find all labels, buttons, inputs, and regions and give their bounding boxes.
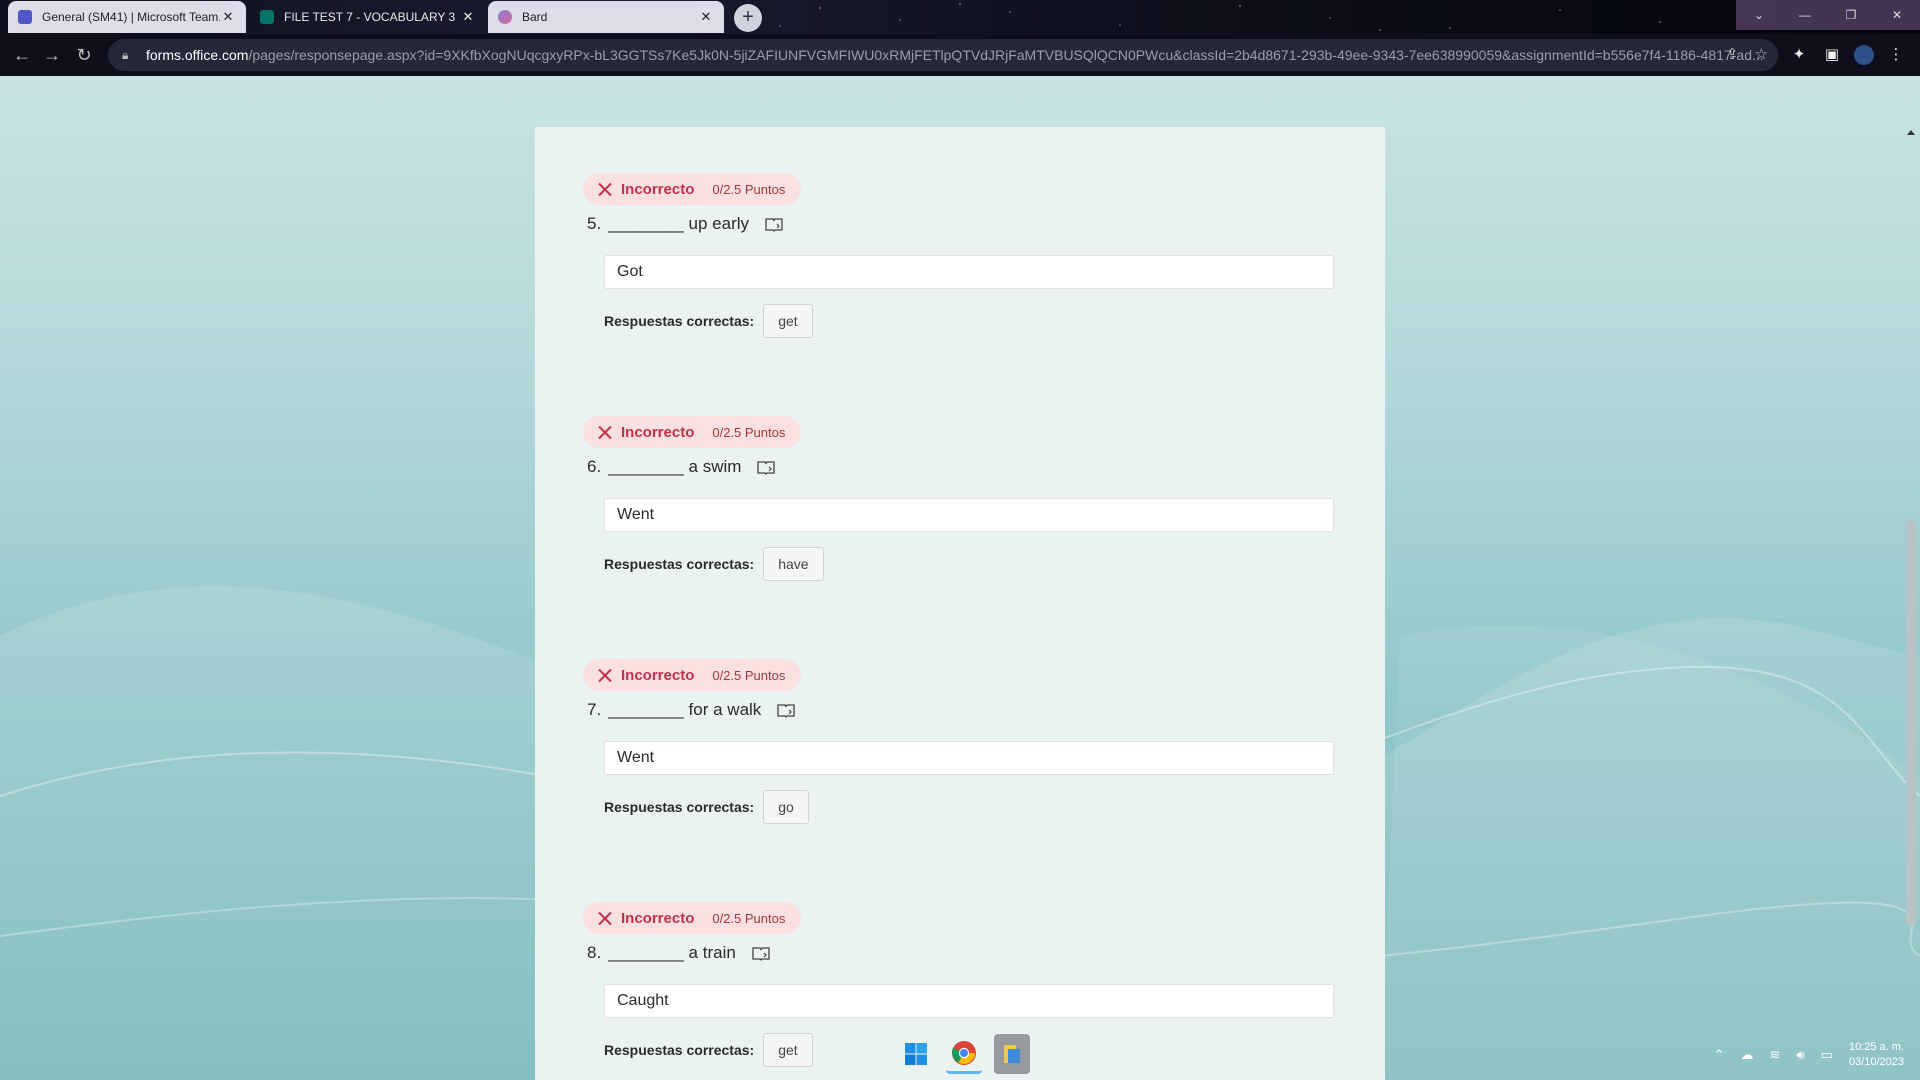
correct-answers-label: Respuestas correctas:: [604, 799, 755, 815]
status-badge: Incorrecto 0/2.5 Puntos: [583, 659, 802, 691]
tab-forms[interactable]: FILE TEST 7 - VOCABULARY 3 ✕: [250, 1, 486, 33]
status-badge: Incorrecto 0/2.5 Puntos: [583, 173, 802, 205]
answer-field: Caught: [604, 984, 1334, 1018]
points-text: 0/2.5 Puntos: [712, 910, 786, 926]
reload-icon[interactable]: ↻: [72, 43, 96, 67]
clock-time: 10:25 a. m.: [1848, 1041, 1904, 1053]
minimize-icon[interactable]: —: [1782, 0, 1828, 30]
window-controls: ⌄ — ❐ ✕: [1736, 0, 1920, 30]
status-badge: Incorrecto 0/2.5 Puntos: [583, 416, 802, 448]
close-x-icon: [598, 182, 612, 196]
correct-answer-chip: go: [763, 790, 809, 824]
question-number: 7.: [587, 700, 602, 719]
tab-title: General (SM41) | Microsoft Team...: [42, 10, 220, 24]
tab-title: FILE TEST 7 - VOCABULARY 3: [284, 10, 456, 24]
tab-teams[interactable]: General (SM41) | Microsoft Team... ✕: [8, 1, 246, 33]
volume-icon[interactable]: 🔊︎: [1796, 1047, 1804, 1063]
answer-field: Got: [604, 255, 1334, 289]
tab-close-icon[interactable]: ✕: [220, 9, 236, 25]
question-prompt: ________ a swim: [608, 457, 742, 476]
page-viewport: Incorrecto 0/2.5 Puntos 5. ________ up e…: [0, 76, 1920, 1080]
onedrive-cloud-icon[interactable]: ☁: [1741, 1047, 1754, 1063]
url-host: forms.office.com: [146, 47, 249, 63]
tab-close-icon[interactable]: ✕: [460, 9, 476, 25]
battery-icon[interactable]: ▭: [1821, 1047, 1833, 1063]
menu-kebab-icon[interactable]: ⋮: [1884, 43, 1908, 67]
status-text: Incorrecto: [621, 180, 695, 198]
points-text: 0/2.5 Puntos: [712, 667, 786, 683]
chevron-up-icon[interactable]: ⌃: [1714, 1047, 1725, 1063]
question-number: 5.: [587, 214, 602, 233]
question-text: 6. ________ a swim: [587, 457, 776, 477]
forward-arrow-icon[interactable]: →: [40, 43, 64, 67]
close-x-icon: [598, 911, 612, 925]
url-path: /pages/responsepage.aspx?id=9XKfbXogNUqc…: [248, 47, 1764, 63]
browser-toolbar: ← → ↻ 🔒︎ forms.office.com/pages/response…: [0, 34, 1920, 76]
question-text: 7. ________ for a walk: [587, 700, 795, 720]
answer-field: Went: [604, 498, 1334, 532]
windows-start-icon[interactable]: [898, 1034, 934, 1074]
correct-answers-label: Respuestas correctas:: [604, 1042, 755, 1058]
chrome-icon[interactable]: [946, 1034, 982, 1074]
question-prompt: ________ for a walk: [608, 700, 762, 719]
forms-icon: [260, 10, 274, 24]
correct-answer-chip: get: [763, 1033, 813, 1067]
side-panel-icon[interactable]: ▣: [1820, 43, 1844, 67]
extensions-puzzle-icon[interactable]: ✦: [1787, 43, 1811, 67]
points-text: 0/2.5 Puntos: [712, 181, 786, 197]
question-text: 8. ________ a train: [587, 943, 770, 963]
status-text: Incorrecto: [621, 423, 695, 441]
question-number: 8.: [587, 943, 602, 962]
tab-bard[interactable]: Bard ✕: [488, 1, 724, 33]
share-icon[interactable]: ⇪: [1726, 45, 1739, 63]
profile-avatar[interactable]: [1852, 43, 1876, 67]
immersive-reader-icon[interactable]: [765, 217, 783, 232]
immersive-reader-icon[interactable]: [757, 460, 776, 475]
taskbar-apps: [898, 1034, 1030, 1074]
status-text: Incorrecto: [621, 909, 695, 927]
scroll-up-arrow-icon[interactable]: [1907, 130, 1915, 135]
bookmark-star-icon[interactable]: ☆: [1755, 45, 1768, 63]
question-prompt: ________ up early: [608, 214, 750, 233]
question-number: 6.: [587, 457, 602, 476]
teams-icon: [18, 10, 32, 24]
correct-answers-label: Respuestas correctas:: [604, 313, 755, 329]
tab-title: Bard: [522, 10, 548, 24]
form-card: Incorrecto 0/2.5 Puntos 5. ________ up e…: [535, 127, 1385, 1080]
close-x-icon: [598, 425, 612, 439]
correct-answers-label: Respuestas correctas:: [604, 556, 755, 572]
immersive-reader-icon[interactable]: [752, 946, 770, 961]
question-text: 5. ________ up early: [587, 214, 783, 234]
bard-icon: [498, 10, 512, 24]
points-text: 0/2.5 Puntos: [712, 424, 786, 440]
lock-icon: 🔒︎: [122, 47, 129, 62]
status-badge: Incorrecto 0/2.5 Puntos: [583, 902, 802, 934]
answer-field: Went: [604, 741, 1334, 775]
correct-answers-row: Respuestas correctas: go: [604, 790, 809, 824]
clock-date: 03/10/2023: [1848, 1056, 1904, 1068]
close-x-icon: [598, 668, 612, 682]
system-clock[interactable]: 10:25 a. m. 03/10/2023: [1849, 1040, 1904, 1070]
correct-answer-chip: have: [763, 547, 824, 581]
tab-search-icon[interactable]: ⌄: [1736, 0, 1782, 30]
tab-close-icon[interactable]: ✕: [698, 9, 714, 25]
scrollbar-thumb[interactable]: [1906, 520, 1916, 926]
correct-answers-row: Respuestas correctas: get: [604, 1033, 813, 1067]
correct-answer-chip: get: [763, 304, 813, 338]
browser-tab-bar: General (SM41) | Microsoft Team... ✕ FIL…: [0, 0, 1920, 34]
question-prompt: ________ a train: [608, 943, 736, 962]
close-window-icon[interactable]: ✕: [1874, 0, 1920, 30]
correct-answers-row: Respuestas correctas: have: [604, 547, 824, 581]
status-text: Incorrecto: [621, 666, 695, 684]
new-tab-button[interactable]: +: [734, 4, 762, 32]
wifi-icon[interactable]: ≋: [1770, 1047, 1781, 1063]
system-tray: ⌃ ☁ ≋ 🔊︎ ▭ 10:25 a. m. 03/10/2023: [1714, 1040, 1904, 1070]
immersive-reader-icon[interactable]: [777, 703, 795, 718]
correct-answers-row: Respuestas correctas: get: [604, 304, 813, 338]
file-explorer-icon[interactable]: [994, 1034, 1030, 1074]
restore-icon[interactable]: ❐: [1828, 0, 1874, 30]
back-arrow-icon[interactable]: ←: [10, 43, 34, 67]
address-bar[interactable]: 🔒︎ forms.office.com/pages/responsepage.a…: [108, 39, 1778, 71]
